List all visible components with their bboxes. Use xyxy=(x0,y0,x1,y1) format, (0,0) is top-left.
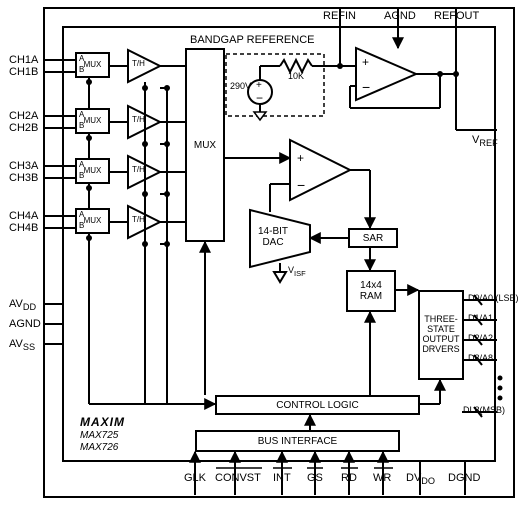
th-3-label: T/H xyxy=(132,166,145,175)
pin-d1: D1/A1 xyxy=(468,314,493,324)
maxim-logo: MAXIM xyxy=(80,416,125,429)
drivers-label: THREE- STATE OUTPUT DRVERS xyxy=(422,315,459,355)
pin-avdd: AVDD xyxy=(9,298,36,312)
ram-block: 14x4 RAM xyxy=(346,270,396,312)
mux-label: MUX xyxy=(194,140,216,151)
pin-avss: AVSS xyxy=(9,338,35,352)
sar-label: SAR xyxy=(363,233,384,244)
pin-dvdo: DVDO xyxy=(406,472,435,486)
sar-block: SAR xyxy=(348,228,398,248)
mux-block: MUX xyxy=(185,48,225,242)
pin-ch2b: CH2B xyxy=(9,122,38,134)
pin-rd: RD xyxy=(341,472,357,484)
pin-refout-label: REFOUT xyxy=(434,10,479,22)
pin-dgnd: DGND xyxy=(448,472,480,484)
pin-agnd-top-label: AGND xyxy=(384,10,416,22)
pin-ch4b: CH4B xyxy=(9,222,38,234)
pin-refin-label: REFIN xyxy=(323,10,356,22)
amux-2: A MUX B xyxy=(75,108,110,134)
pin-ch3a: CH3A xyxy=(9,160,38,172)
pin-agnd-left: AGND xyxy=(9,318,41,330)
vsrc-label: 290V xyxy=(230,82,251,92)
th-1-label: T/H xyxy=(132,60,145,69)
bandgap-title: BANDGAP REFERENCE xyxy=(190,34,315,46)
bus-interface-block: BUS INTERFACE xyxy=(195,430,400,452)
pin-d2: D2/A2 xyxy=(468,334,493,344)
pin-ch3b: CH3B xyxy=(9,172,38,184)
th-4-label: T/H xyxy=(132,216,145,225)
amux-1: A MUX B xyxy=(75,52,110,78)
part-max725: MAX725 xyxy=(80,430,118,441)
diagram-canvas: + − xyxy=(0,0,523,505)
pin-ch2a: CH2A xyxy=(9,110,38,122)
amux-3: A MUX B xyxy=(75,158,110,184)
pin-d0: D0/A0 (LSB) xyxy=(468,294,519,304)
pin-ch1a: CH1A xyxy=(9,54,38,66)
pin-ch4a: CH4A xyxy=(9,210,38,222)
ram-label: 14x4 RAM xyxy=(360,280,382,302)
pin-convst: CONVST xyxy=(215,472,261,484)
pin-glk: GLK xyxy=(184,472,206,484)
bus-interface-label: BUS INTERFACE xyxy=(258,436,337,447)
control-logic-block: CONTROL LOGIC xyxy=(215,395,420,415)
pin-vref: VREF xyxy=(472,134,498,148)
amux-4: A MUX B xyxy=(75,208,110,234)
pin-d8: D8/A8 xyxy=(468,354,493,364)
pin-ch1b: CH1B xyxy=(9,66,38,78)
visf-label: VISF xyxy=(288,266,306,278)
drivers-block: THREE- STATE OUTPUT DRVERS xyxy=(418,290,464,380)
dac-label: 14-BIT DAC xyxy=(258,226,288,248)
part-max726: MAX726 xyxy=(80,442,118,453)
control-logic-label: CONTROL LOGIC xyxy=(276,400,358,411)
th-2-label: T/H xyxy=(132,116,145,125)
pin-int: INT xyxy=(273,472,291,484)
pin-wr: WR xyxy=(373,472,391,484)
amux-label: MUX xyxy=(84,61,102,70)
pin-dl8: DL8(MSB) xyxy=(463,406,505,416)
resistor-label: 10K xyxy=(288,72,304,82)
pin-gs: GS xyxy=(307,472,323,484)
